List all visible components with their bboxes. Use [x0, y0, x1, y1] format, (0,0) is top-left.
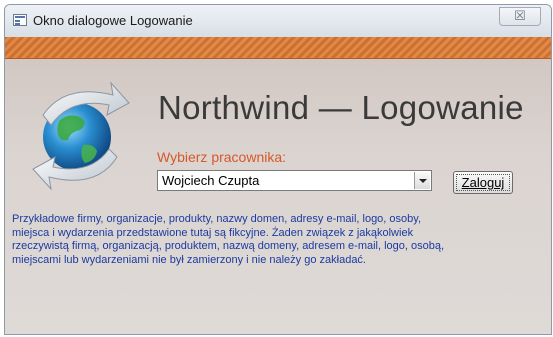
window-title: Okno dialogowe Logowanie	[33, 13, 193, 28]
disclaimer-line: Przykładowe firmy, organizacje, produkty…	[12, 213, 422, 225]
disclaimer-line: miejsca i wydarzenia przedstawione tutaj…	[12, 226, 414, 239]
employee-prompt-label: Wybierz pracownika:	[157, 149, 287, 165]
form-window-icon	[13, 14, 27, 26]
login-dialog-window: Okno dialogowe Logowanie ☒ Northwind — L…	[4, 4, 552, 335]
fictitious-disclaimer: Przykładowe firmy, organizacje, produkty…	[12, 213, 542, 267]
disclaimer-line: miejscami lub wydarzeniami nie był zamie…	[12, 253, 366, 266]
header-stripe	[5, 37, 551, 59]
dialog-heading: Northwind — Logowanie	[158, 89, 524, 126]
employee-select-value: Wojciech Czupta	[162, 173, 260, 188]
login-button[interactable]: Zaloguj	[453, 171, 513, 194]
globe-arrows-logo	[32, 81, 130, 191]
login-button-label: Zaloguj	[461, 175, 505, 190]
dropdown-arrow-icon[interactable]	[414, 172, 430, 189]
disclaimer-line: rzeczywistą firmą, organizacją, produkte…	[12, 240, 445, 252]
close-button[interactable]: ☒	[499, 7, 541, 26]
title-bar[interactable]: Okno dialogowe Logowanie ☒	[5, 5, 551, 37]
employee-select[interactable]: Wojciech Czupta	[157, 170, 432, 191]
